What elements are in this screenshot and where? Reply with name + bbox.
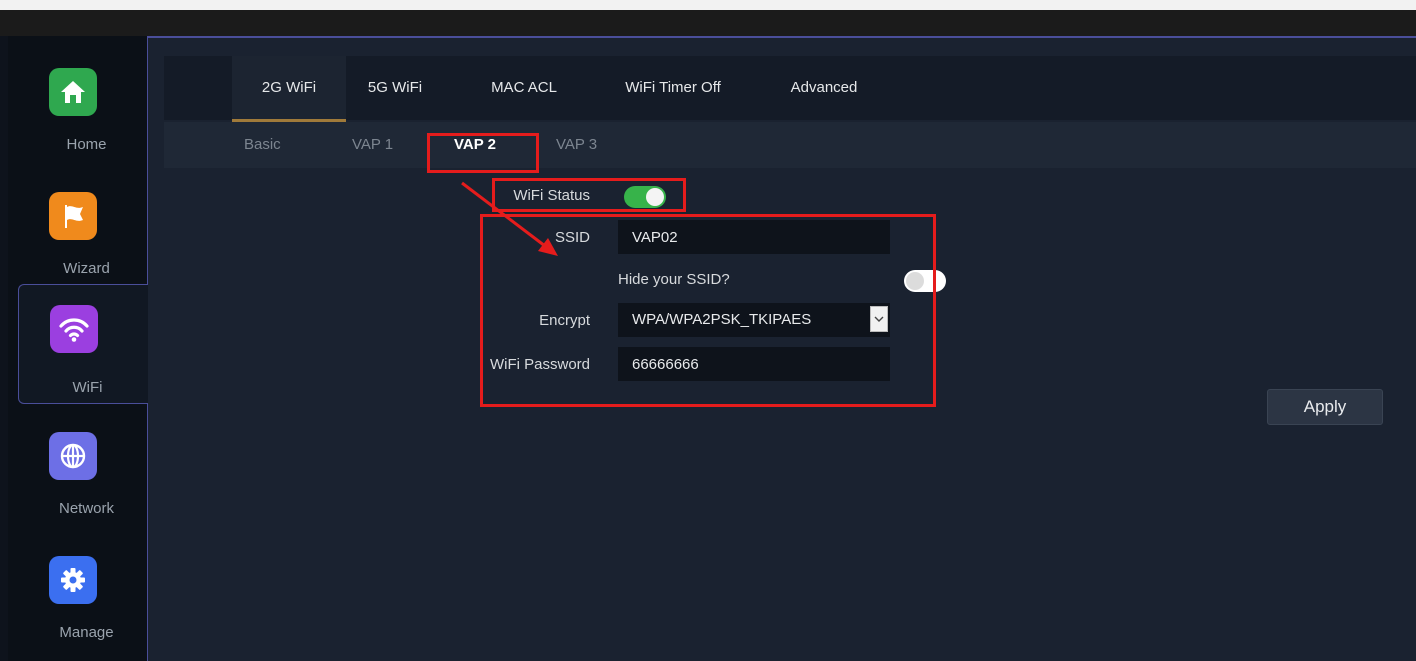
encrypt-value: WPA/WPA2PSK_TKIPAES [632, 311, 812, 328]
wifi-icon [50, 305, 98, 353]
tab-mac-acl[interactable]: MAC ACL [484, 56, 564, 120]
sidebar-item-wizard[interactable]: Wizard [18, 174, 155, 294]
sidebar-item-label: Network [58, 500, 114, 517]
ssid-label: SSID [554, 229, 590, 246]
top-strip [0, 0, 1416, 10]
apply-button[interactable]: Apply [1267, 389, 1383, 425]
wifi-password-input[interactable] [618, 347, 890, 381]
subtab-vap3[interactable]: VAP 3 [556, 122, 597, 168]
sidebar: Home Wizard WiFi Network Manage [8, 36, 155, 661]
encrypt-select[interactable]: WPA/WPA2PSK_TKIPAES [618, 303, 890, 337]
tab-2g-wifi[interactable]: 2G WiFi [232, 56, 346, 122]
wifi-password-label: WiFi Password [489, 356, 590, 373]
chevron-down-icon [870, 306, 888, 332]
sidebar-item-manage[interactable]: Manage [18, 538, 155, 658]
sidebar-item-label: Wizard [63, 260, 110, 277]
gear-icon [49, 556, 97, 604]
title-strip [0, 10, 1416, 36]
flag-icon [49, 192, 97, 240]
encrypt-label: Encrypt [539, 312, 590, 329]
sidebar-item-wifi[interactable]: WiFi [18, 284, 155, 404]
sidebar-item-label: WiFi [72, 379, 103, 396]
tab-advanced[interactable]: Advanced [784, 56, 864, 120]
tab-5g-wifi[interactable]: 5G WiFi [360, 56, 430, 120]
tab-wifi-timer-off[interactable]: WiFi Timer Off [618, 56, 728, 120]
sidebar-item-home[interactable]: Home [18, 50, 155, 170]
main-panel: 2G WiFi 5G WiFi MAC ACL WiFi Timer Off A… [148, 38, 1416, 661]
subtab-basic[interactable]: Basic [244, 122, 281, 168]
tab-bar: 2G WiFi 5G WiFi MAC ACL WiFi Timer Off A… [164, 56, 1416, 122]
subtab-vap2[interactable]: VAP 2 [454, 122, 496, 168]
sidebar-item-label: Home [66, 136, 107, 153]
sidebar-item-network[interactable]: Network [18, 414, 155, 534]
home-icon [49, 68, 97, 116]
globe-icon [49, 432, 97, 480]
subtab-bar: Basic VAP 1 VAP 2 VAP 3 [164, 122, 1416, 168]
ssid-input[interactable] [618, 220, 890, 254]
wifi-status-toggle[interactable] [624, 186, 666, 208]
sidebar-item-label: Manage [59, 624, 114, 641]
subtab-vap1[interactable]: VAP 1 [352, 122, 393, 168]
hide-ssid-label: Hide your SSID? [618, 271, 730, 288]
wifi-status-label: WiFi Status [513, 187, 590, 204]
hide-ssid-toggle[interactable] [904, 270, 946, 292]
